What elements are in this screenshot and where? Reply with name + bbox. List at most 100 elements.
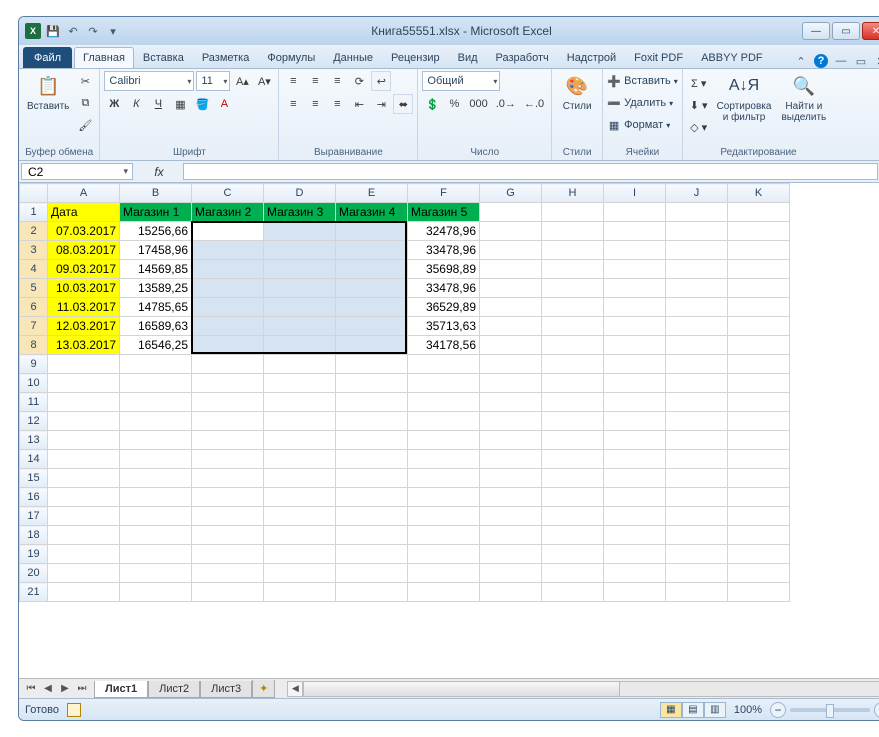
- zoom-in-button[interactable]: +: [874, 702, 879, 718]
- cell[interactable]: [728, 317, 790, 336]
- cell[interactable]: [542, 222, 604, 241]
- find-select-button[interactable]: 🔍 Найти и выделить: [777, 71, 830, 125]
- merge-button[interactable]: ⬌: [393, 94, 413, 114]
- tab-insert[interactable]: Вставка: [134, 47, 193, 68]
- cell[interactable]: [604, 431, 666, 450]
- nav-first-icon[interactable]: ⏮: [23, 681, 39, 697]
- tab-abbyy[interactable]: ABBYY PDF: [692, 47, 772, 68]
- cell[interactable]: [120, 488, 192, 507]
- minimize-ribbon-icon[interactable]: ⌃: [794, 54, 808, 68]
- cell[interactable]: [264, 298, 336, 317]
- doc-minimize-icon[interactable]: —: [834, 54, 848, 68]
- cell[interactable]: [542, 336, 604, 355]
- col-header[interactable]: I: [604, 184, 666, 203]
- cell[interactable]: [604, 507, 666, 526]
- select-all-corner[interactable]: [20, 184, 48, 203]
- number-format-combo[interactable]: Общий: [422, 71, 500, 91]
- cell[interactable]: [192, 355, 264, 374]
- cell[interactable]: [542, 260, 604, 279]
- cell[interactable]: [480, 336, 542, 355]
- cell[interactable]: [728, 488, 790, 507]
- row-header[interactable]: 5: [20, 279, 48, 298]
- cell[interactable]: [48, 393, 120, 412]
- cell[interactable]: [264, 564, 336, 583]
- row-header[interactable]: 15: [20, 469, 48, 488]
- row-header[interactable]: 17: [20, 507, 48, 526]
- cell[interactable]: [48, 431, 120, 450]
- cell[interactable]: [604, 393, 666, 412]
- help-icon[interactable]: ?: [814, 54, 828, 68]
- cell[interactable]: [336, 393, 408, 412]
- cell[interactable]: [192, 222, 264, 241]
- cell[interactable]: [542, 393, 604, 412]
- cell[interactable]: [264, 279, 336, 298]
- cell[interactable]: [336, 450, 408, 469]
- cell[interactable]: [542, 526, 604, 545]
- cell[interactable]: [666, 317, 728, 336]
- cell[interactable]: [728, 260, 790, 279]
- cell[interactable]: [666, 450, 728, 469]
- tab-file[interactable]: Файл: [23, 47, 72, 68]
- row-header[interactable]: 16: [20, 488, 48, 507]
- nav-next-icon[interactable]: ▶: [57, 681, 73, 697]
- cell[interactable]: [542, 564, 604, 583]
- cell[interactable]: [604, 222, 666, 241]
- cell[interactable]: [480, 469, 542, 488]
- cell[interactable]: [666, 298, 728, 317]
- cell[interactable]: [728, 526, 790, 545]
- cell[interactable]: 35713,63: [408, 317, 480, 336]
- cell[interactable]: [192, 450, 264, 469]
- cell[interactable]: [264, 355, 336, 374]
- cell[interactable]: [264, 507, 336, 526]
- styles-button[interactable]: 🎨 Стили: [556, 71, 598, 114]
- row-header[interactable]: 19: [20, 545, 48, 564]
- row-header[interactable]: 9: [20, 355, 48, 374]
- cell[interactable]: [408, 526, 480, 545]
- cell[interactable]: 09.03.2017: [48, 260, 120, 279]
- row-header[interactable]: 11: [20, 393, 48, 412]
- zoom-level[interactable]: 100%: [734, 704, 762, 716]
- cell[interactable]: [336, 260, 408, 279]
- cell[interactable]: [728, 393, 790, 412]
- cell[interactable]: [542, 507, 604, 526]
- col-header[interactable]: D: [264, 184, 336, 203]
- underline-button[interactable]: Ч: [148, 94, 168, 114]
- cell[interactable]: [408, 374, 480, 393]
- pagebreak-view-button[interactable]: ▥: [704, 702, 726, 718]
- zoom-out-button[interactable]: −: [770, 702, 786, 718]
- row-header[interactable]: 13: [20, 431, 48, 450]
- cell[interactable]: [192, 393, 264, 412]
- horizontal-scrollbar[interactable]: ◀ ▶: [287, 681, 879, 697]
- cell[interactable]: Дата: [48, 203, 120, 222]
- cell[interactable]: [728, 203, 790, 222]
- paste-button[interactable]: 📋 Вставить: [23, 71, 73, 114]
- sheet-tab[interactable]: Лист3: [200, 681, 252, 698]
- normal-view-button[interactable]: ▦: [660, 702, 682, 718]
- tab-data[interactable]: Данные: [324, 47, 382, 68]
- cell[interactable]: [336, 488, 408, 507]
- fill-button[interactable]: ⬇ ▾: [687, 95, 711, 115]
- cell[interactable]: 36529,89: [408, 298, 480, 317]
- cell[interactable]: [408, 583, 480, 602]
- cell[interactable]: [728, 564, 790, 583]
- cell[interactable]: [604, 298, 666, 317]
- cell[interactable]: [192, 241, 264, 260]
- increase-decimal-button[interactable]: .0→: [493, 94, 519, 114]
- row-header[interactable]: 7: [20, 317, 48, 336]
- cell[interactable]: 32478,96: [408, 222, 480, 241]
- cell[interactable]: Магазин 5: [408, 203, 480, 222]
- comma-button[interactable]: 000: [466, 94, 490, 114]
- cell[interactable]: Магазин 3: [264, 203, 336, 222]
- nav-last-icon[interactable]: ⏭: [74, 681, 90, 697]
- cell[interactable]: [336, 355, 408, 374]
- cell[interactable]: [120, 450, 192, 469]
- cell[interactable]: 12.03.2017: [48, 317, 120, 336]
- cell[interactable]: [666, 355, 728, 374]
- col-header[interactable]: J: [666, 184, 728, 203]
- align-top-button[interactable]: ≡: [283, 71, 303, 91]
- cell[interactable]: [604, 526, 666, 545]
- cell[interactable]: [604, 564, 666, 583]
- cell[interactable]: 33478,96: [408, 279, 480, 298]
- maximize-button[interactable]: ▭: [832, 22, 860, 40]
- cell[interactable]: [666, 222, 728, 241]
